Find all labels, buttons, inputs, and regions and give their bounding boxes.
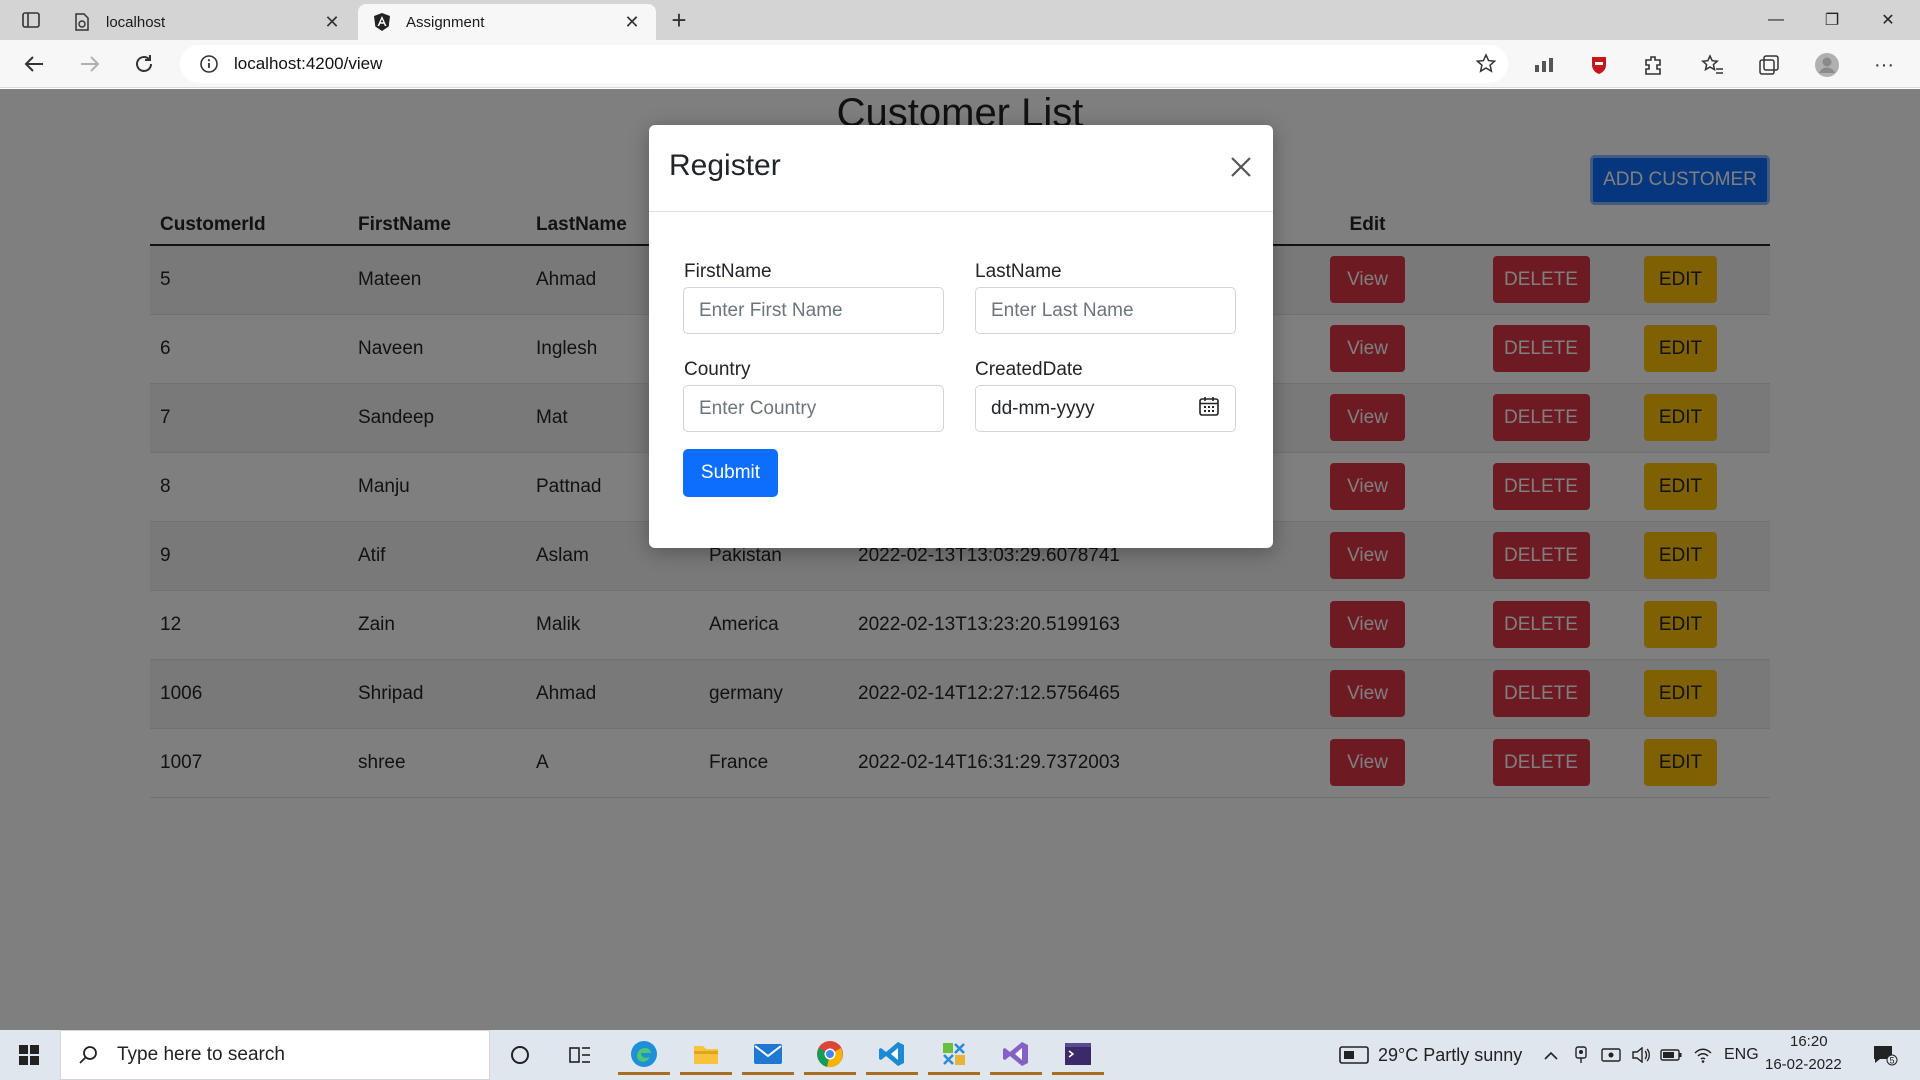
forward-icon[interactable] <box>74 48 106 80</box>
mail-icon[interactable] <box>742 1035 794 1075</box>
extension-shield-icon[interactable] <box>1586 52 1612 78</box>
lastname-input[interactable]: Enter Last Name <box>975 287 1236 334</box>
createddate-input[interactable]: dd-mm-yyyy <box>975 385 1236 432</box>
visual-studio-icon[interactable] <box>990 1035 1042 1075</box>
notification-count: 5 <box>1889 1056 1894 1066</box>
address-bar[interactable]: localhost:4200/view <box>180 45 1508 83</box>
performance-icon[interactable] <box>1531 52 1557 78</box>
extensions-icon[interactable] <box>1641 52 1667 78</box>
browser-toolbar: localhost:4200/view ··· <box>0 40 1920 88</box>
search-placeholder: Type here to search <box>117 1044 285 1065</box>
add-favorite-icon[interactable] <box>1474 52 1498 76</box>
country-label: Country <box>684 359 751 380</box>
tab-close-icon[interactable]: ✕ <box>322 12 342 32</box>
settings-menu-icon[interactable]: ··· <box>1871 52 1897 78</box>
edge-icon[interactable] <box>618 1035 670 1075</box>
language-indicator[interactable]: ENG <box>1724 1046 1759 1064</box>
tab-title: localhost <box>106 13 166 31</box>
speaker-icon[interactable] <box>1630 1045 1652 1065</box>
refresh-icon[interactable] <box>128 48 160 80</box>
webcam-icon[interactable] <box>1570 1045 1592 1065</box>
angular-icon <box>372 12 392 32</box>
tab-close-icon[interactable]: ✕ <box>622 12 642 32</box>
tab-actions-icon[interactable] <box>14 8 48 32</box>
modal-title: Register <box>669 149 781 182</box>
restore-button[interactable]: ❐ <box>1804 0 1860 40</box>
tab-assignment[interactable]: Assignment ✕ <box>358 4 656 40</box>
clock-time[interactable]: 16:20 <box>1790 1033 1828 1050</box>
chrome-icon[interactable] <box>804 1035 856 1075</box>
windows-start-icon[interactable] <box>0 1030 58 1080</box>
weather-icon[interactable] <box>1338 1045 1370 1065</box>
windows-taskbar: Type here to search 29°C Partly sunny EN… <box>0 1030 1920 1080</box>
search-icon <box>77 1044 103 1066</box>
date-value: dd-mm-yyyy <box>991 397 1095 419</box>
cortana-icon[interactable] <box>494 1035 546 1075</box>
taskbar-search-input[interactable]: Type here to search <box>60 1030 490 1080</box>
new-tab-button[interactable]: + <box>664 6 694 36</box>
firstname-label: FirstName <box>684 261 772 282</box>
terminal-icon[interactable] <box>1052 1035 1104 1075</box>
clock-date[interactable]: 16-02-2022 <box>1765 1056 1842 1073</box>
tab-localhost[interactable]: localhost ✕ <box>58 4 356 40</box>
country-input[interactable]: Enter Country <box>683 385 944 432</box>
modal-header: Register <box>649 125 1273 212</box>
close-icon[interactable] <box>1227 153 1255 181</box>
register-modal: Register FirstName Enter First Name Last… <box>649 125 1273 548</box>
minimize-button[interactable]: — <box>1748 0 1804 40</box>
tab-title: Assignment <box>406 13 485 31</box>
profile-avatar[interactable] <box>1814 52 1840 78</box>
firstname-input[interactable]: Enter First Name <box>683 287 944 334</box>
wifi-icon[interactable] <box>1692 1045 1714 1065</box>
back-icon[interactable] <box>18 48 50 80</box>
browser-tab-strip: localhost ✕ Assignment ✕ + — ❐ ✕ <box>0 0 1920 40</box>
battery-icon[interactable] <box>1660 1045 1682 1065</box>
close-window-button[interactable]: ✕ <box>1860 0 1916 40</box>
calendar-icon[interactable] <box>1198 395 1220 423</box>
meet-now-icon[interactable] <box>1600 1045 1622 1065</box>
page-icon <box>72 12 92 32</box>
vscode-icon[interactable] <box>866 1035 918 1075</box>
url-text: localhost:4200/view <box>234 54 383 73</box>
weather-text[interactable]: 29°C Partly sunny <box>1378 1045 1522 1066</box>
favorites-icon[interactable] <box>1700 52 1726 78</box>
createddate-label: CreatedDate <box>975 359 1083 380</box>
chevron-up-icon[interactable] <box>1540 1045 1562 1065</box>
notifications-icon[interactable]: 5 <box>1870 1045 1900 1066</box>
info-icon[interactable] <box>194 54 224 74</box>
lastname-label: LastName <box>975 261 1062 282</box>
task-view-icon[interactable] <box>554 1035 606 1075</box>
submit-button[interactable]: Submit <box>683 449 778 497</box>
collections-icon[interactable] <box>1756 52 1782 78</box>
tool-app-icon[interactable] <box>928 1035 980 1075</box>
file-explorer-icon[interactable] <box>680 1035 732 1075</box>
